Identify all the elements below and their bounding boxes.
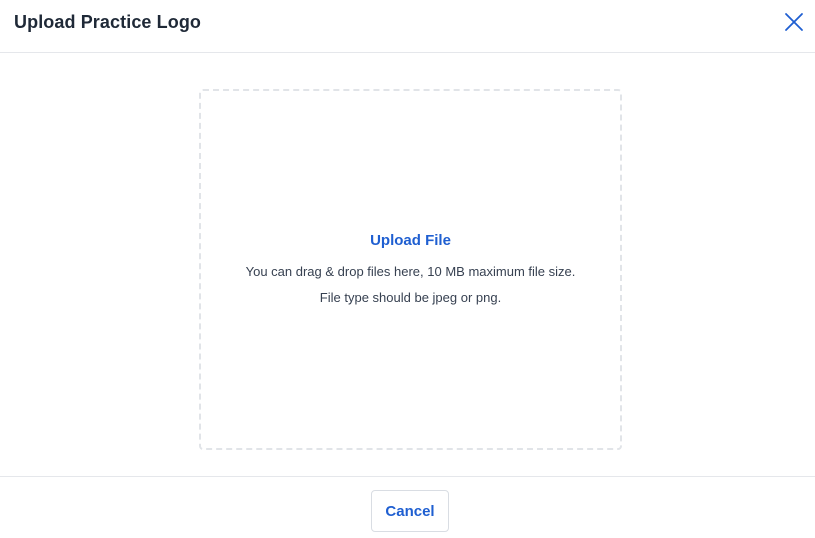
file-dropzone[interactable]: Upload File You can drag & drop files he… — [199, 89, 622, 450]
dropzone-hint-type: File type should be jpeg or png. — [319, 290, 502, 305]
upload-logo-dialog: Upload Practice Logo Upload File You can… — [0, 0, 815, 538]
dialog-header: Upload Practice Logo — [0, 0, 815, 53]
dropzone-hint-size: You can drag & drop files here, 10 MB ma… — [245, 264, 576, 279]
dialog-footer: Cancel — [0, 476, 815, 538]
upload-file-link[interactable]: Upload File — [201, 232, 620, 249]
dialog-body: Upload File You can drag & drop files he… — [0, 53, 815, 476]
close-icon — [785, 13, 803, 31]
dialog-title: Upload Practice Logo — [14, 12, 202, 32]
cancel-button[interactable]: Cancel — [371, 490, 449, 532]
close-button[interactable] — [783, 11, 805, 33]
